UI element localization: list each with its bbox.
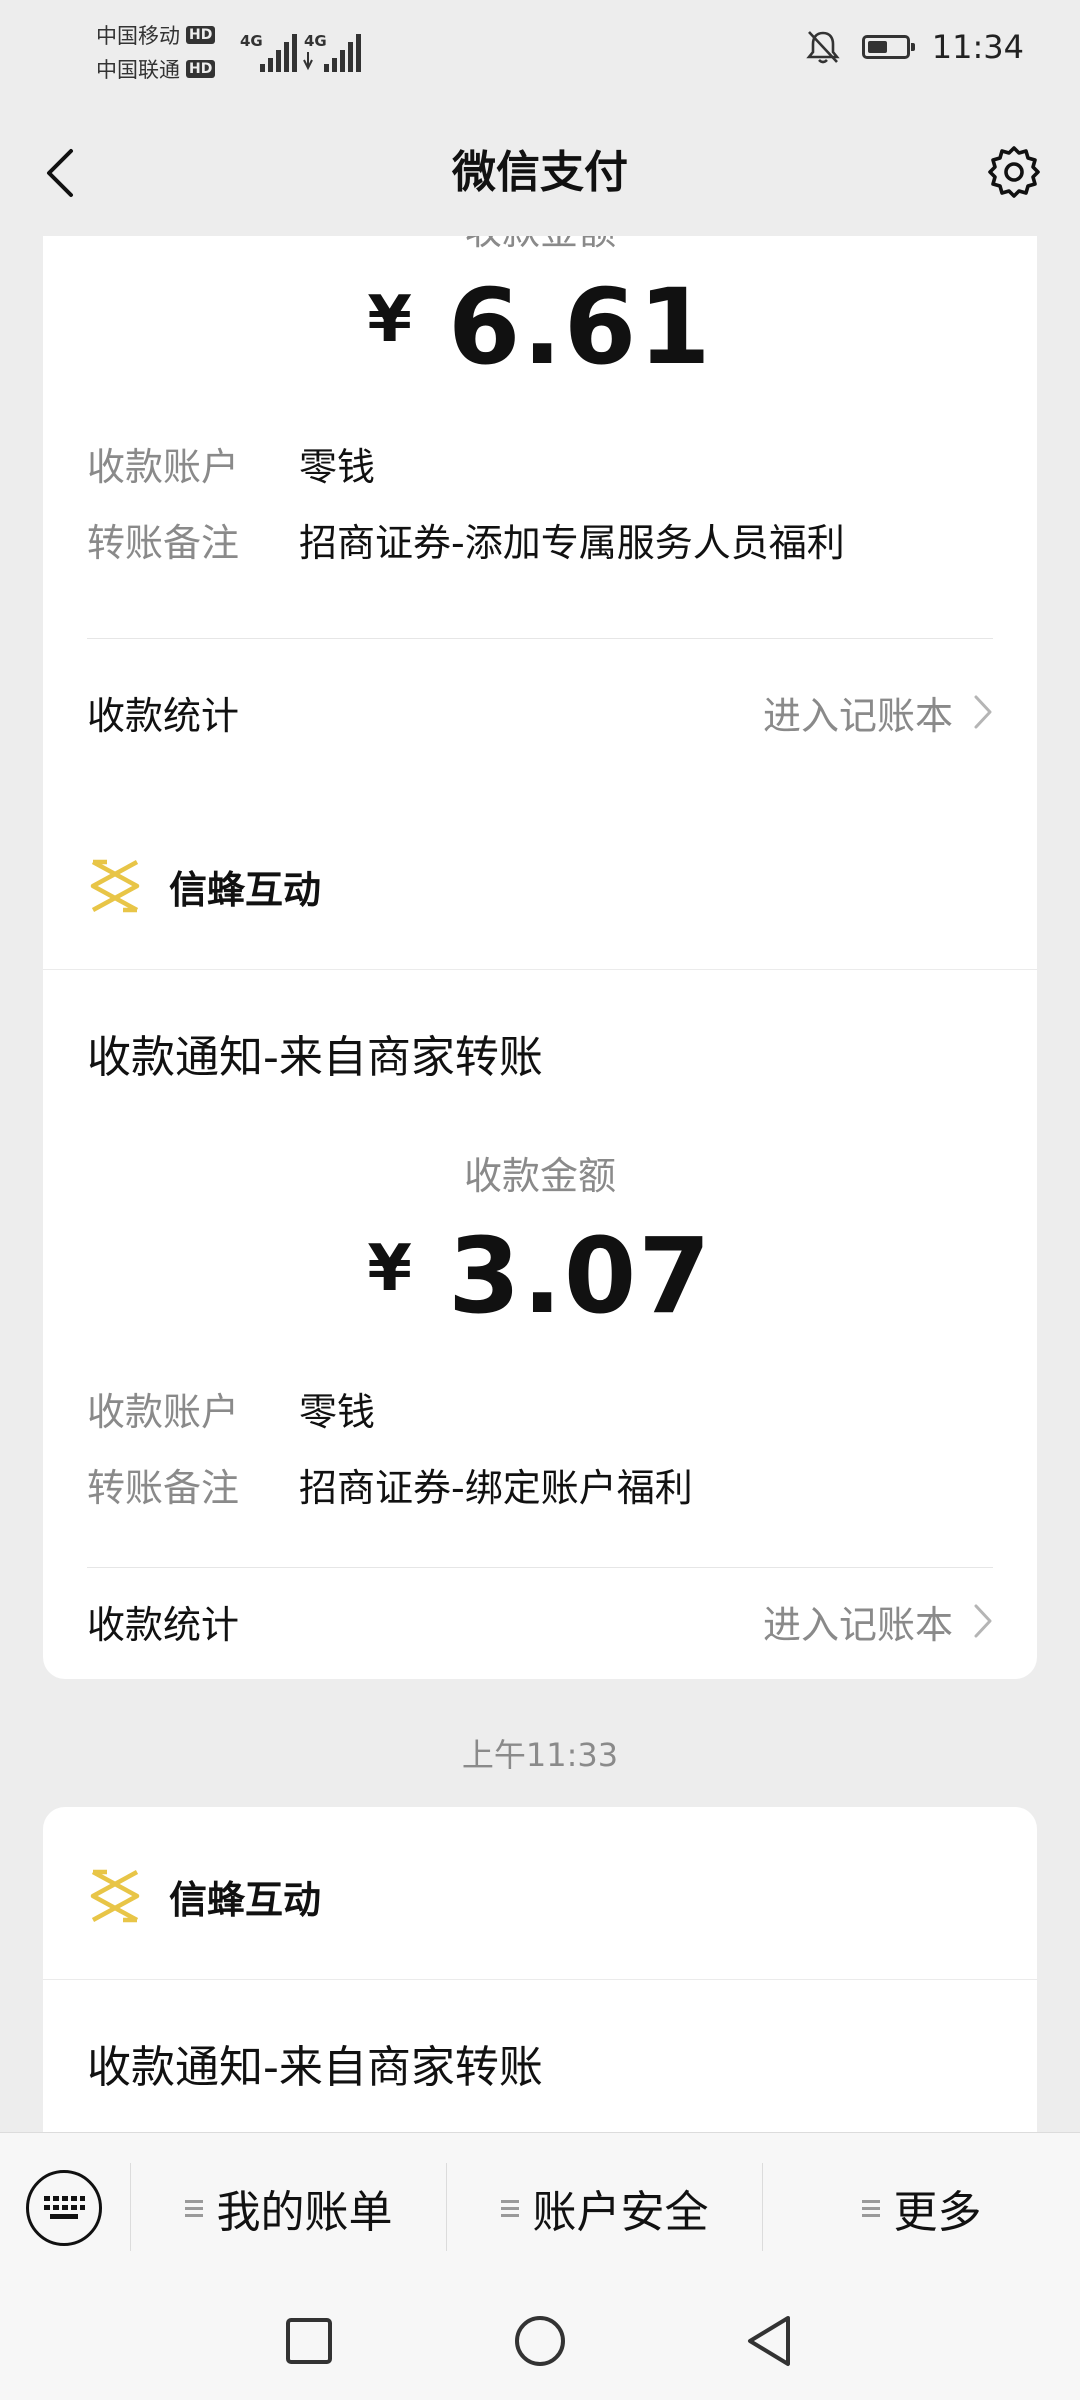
- currency-symbol: ¥: [367, 1232, 414, 1306]
- merchant-name: 信蜂互动: [169, 1877, 322, 1922]
- notice-title: 收款通知-来自商家转账: [87, 1032, 543, 1083]
- ledger-link[interactable]: 进入记账本: [763, 1594, 993, 1649]
- keyboard-icon: [44, 2196, 85, 2219]
- amount-label: 收款金额: [463, 1154, 616, 1198]
- merchant-header[interactable]: 信蜂互动: [87, 851, 321, 921]
- carrier-2-name: 中国联通: [96, 58, 180, 82]
- notice-title: 收款通知-来自商家转账: [87, 2042, 543, 2093]
- keyboard-toggle-button[interactable]: [26, 2170, 102, 2246]
- page-title: 微信支付: [452, 147, 628, 198]
- carrier-row-2: 中国联通 HD: [96, 52, 246, 86]
- divider: [87, 638, 993, 639]
- account-key: 收款账户: [87, 445, 240, 489]
- hd-badge: HD: [186, 26, 216, 44]
- status-bar: 中国移动 HD 中国联通 HD 4G 4G 11:34: [0, 0, 1080, 110]
- stats-label: 收款统计: [87, 1602, 240, 1647]
- square-icon: [286, 2318, 332, 2364]
- merchant-logo-icon: [90, 1869, 140, 1923]
- note-row: 转账备注 招商证券-绑定账户福利: [87, 1457, 693, 1512]
- amount-label: 收款金额: [43, 236, 1037, 255]
- divider: [43, 1979, 1037, 1980]
- merchant-header[interactable]: 信蜂互动: [87, 1861, 321, 1931]
- ledger-link[interactable]: 进入记账本: [763, 685, 993, 740]
- payment-card: 信蜂互动 收款通知-来自商家转账: [43, 1807, 1037, 2132]
- home-button[interactable]: [505, 2306, 575, 2376]
- triangle-back-icon: [748, 2316, 790, 2366]
- menu-account-security-label: 账户安全: [532, 2187, 709, 2238]
- merchant-name: 信蜂互动: [169, 867, 322, 912]
- network-type-label: 4G: [240, 32, 263, 50]
- note-key: 转账备注: [87, 1466, 240, 1510]
- stats-label: 收款统计: [87, 693, 240, 738]
- merchant-logo-icon: [90, 859, 140, 913]
- menu-lines-icon: [861, 2199, 880, 2217]
- account-row: 收款账户 零钱: [87, 1381, 375, 1436]
- account-value: 零钱: [299, 1390, 376, 1434]
- ledger-link-label: 进入记账本: [762, 693, 953, 738]
- note-value: 招商证券-绑定账户福利: [299, 1466, 693, 1510]
- menu-my-bills-label: 我的账单: [216, 2187, 393, 2238]
- navbar: 微信支付: [0, 110, 1080, 236]
- chevron-right-icon: [974, 1604, 992, 1638]
- battery-icon: [861, 35, 915, 59]
- message-timestamp: 上午11:33: [461, 1736, 619, 1774]
- carrier-1-name: 中国移动: [96, 24, 180, 48]
- stats-row[interactable]: 收款统计 进入记账本: [87, 677, 993, 747]
- note-row: 转账备注 招商证券-添加专属服务人员福利: [87, 512, 845, 567]
- ledger-link-label: 进入记账本: [762, 1602, 953, 1647]
- menu-account-security[interactable]: 账户安全: [447, 2133, 762, 2283]
- currency-symbol: ¥: [367, 283, 414, 357]
- bottom-menu: 我的账单 账户安全 更多: [0, 2132, 1080, 2282]
- menu-lines-icon: [500, 2199, 519, 2217]
- amount-number: 6.61: [447, 266, 713, 388]
- circle-icon: [515, 2316, 565, 2366]
- menu-more[interactable]: 更多: [763, 2133, 1080, 2283]
- amount-value: ¥6.61: [43, 266, 1037, 388]
- hd-badge: HD: [186, 60, 216, 78]
- menu-lines-icon: [184, 2199, 203, 2217]
- account-key: 收款账户: [87, 1390, 240, 1434]
- settings-button[interactable]: [982, 140, 1046, 204]
- back-nav-button[interactable]: [734, 2306, 804, 2376]
- note-key: 转账备注: [87, 521, 240, 565]
- divider: [43, 969, 1037, 970]
- stats-row[interactable]: 收款统计 进入记账本: [87, 1586, 993, 1656]
- account-value: 零钱: [299, 445, 376, 489]
- gear-icon: [988, 146, 1040, 198]
- signal-icon: 4G: [240, 32, 297, 72]
- status-time: 11:34: [931, 28, 1024, 66]
- recent-apps-button[interactable]: [274, 2306, 344, 2376]
- amount-number: 3.07: [447, 1215, 713, 1337]
- status-right: 11:34: [806, 28, 1024, 66]
- carrier-row-1: 中国移动 HD: [96, 18, 246, 52]
- carrier-info: 中国移动 HD 中国联通 HD: [96, 18, 246, 86]
- amount-value: ¥3.07: [43, 1215, 1037, 1337]
- message-list[interactable]: 收款金额 ¥6.61 收款账户 零钱 转账备注 招商证券-添加专属服务人员福利 …: [0, 236, 1080, 2132]
- divider: [87, 1567, 993, 1568]
- menu-my-bills[interactable]: 我的账单: [131, 2133, 446, 2283]
- network-type-label: 4G: [304, 32, 327, 50]
- system-navigation-bar: [0, 2282, 1080, 2400]
- payment-card: 信蜂互动 收款通知-来自商家转账 收款金额 ¥3.07 收款账户 零钱 转账备注…: [43, 797, 1037, 1679]
- note-value: 招商证券-添加专属服务人员福利: [299, 521, 845, 565]
- menu-more-label: 更多: [893, 2187, 982, 2238]
- chevron-right-icon: [974, 695, 992, 729]
- account-row: 收款账户 零钱: [87, 436, 375, 491]
- mute-bell-icon: [806, 31, 840, 64]
- signal-icon: 4G: [303, 32, 361, 72]
